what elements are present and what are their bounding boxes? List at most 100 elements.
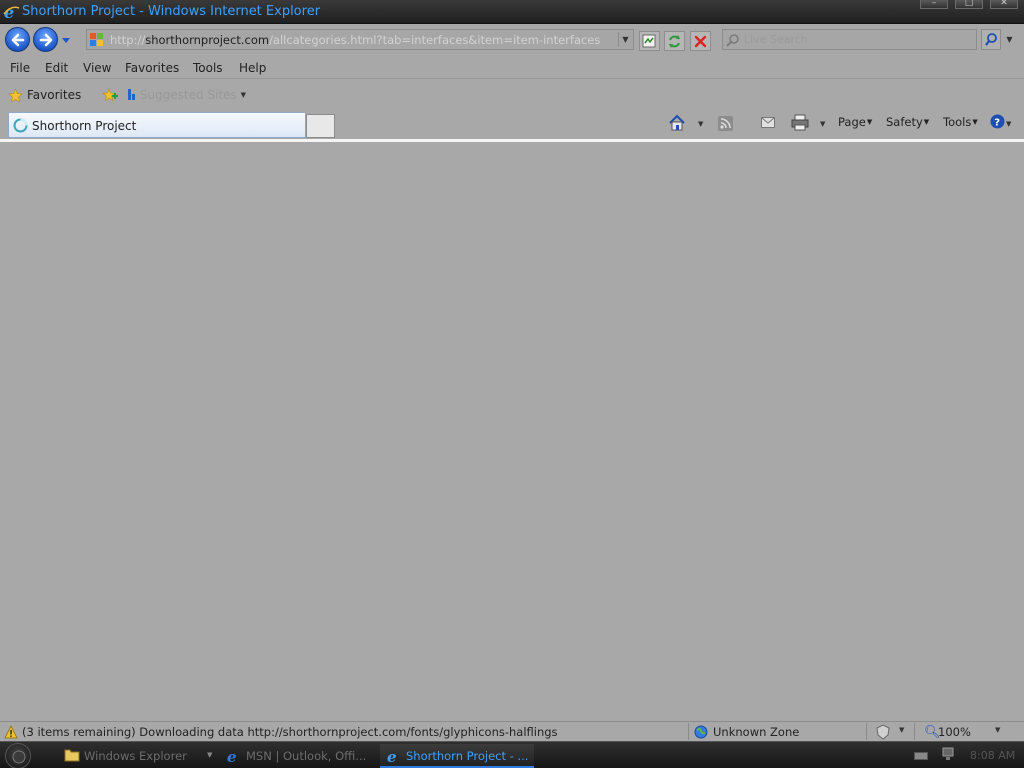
taskbar-item-msn[interactable]: e MSN | Outlook, Offi... [226,744,371,768]
globe-icon [694,725,708,739]
add-to-favorites-bar-icon[interactable] [101,87,119,103]
home-dropdown-icon[interactable]: ▼ [698,120,703,128]
taskbar-item-windows-explorer[interactable]: Windows Explorer ▼ [64,744,214,768]
folder-icon [64,749,80,762]
menu-bar: File Edit View Favorites Tools Help [0,57,1024,79]
search-button[interactable] [981,29,1001,50]
chevron-down-icon: ▼ [866,118,873,126]
window-title-bar: e Shorthorn Project - Windows Internet E… [0,0,1024,24]
suggested-sites-label: Suggested Sites [139,88,237,102]
menu-file[interactable]: File [10,61,30,75]
url-host: shorthornproject.com [145,33,270,47]
suggested-sites-icon [128,89,131,100]
search-provider-icon [726,34,739,47]
taskbar-item-shorthorn-project[interactable]: e Shorthorn Project - ... [380,744,534,768]
arrow-left-icon [11,33,25,47]
tab-label: Shorthorn Project [32,119,137,133]
tools-menu-label: Tools [943,115,972,129]
tab-row: Shorthorn Project ▼ ▼ Page▼ Safety▼ Tool… [0,109,1024,140]
menu-help[interactable]: Help [239,61,266,75]
chevron-down-icon: ▼ [923,118,930,126]
status-divider [866,723,867,740]
star-icon [8,88,23,103]
home-icon[interactable] [668,114,686,132]
arrow-right-icon [39,33,53,47]
loading-spinner-icon [13,118,28,133]
start-button[interactable] [5,743,31,768]
protected-mode-dropdown-icon[interactable]: ▼ [899,726,904,734]
menu-favorites[interactable]: Favorites [125,61,179,75]
chevron-down-icon: ▼ [207,751,213,759]
address-dropdown-button[interactable]: ▼ [618,32,632,47]
rss-feeds-icon[interactable] [718,116,733,131]
close-window-button[interactable]: ✕ [990,0,1018,9]
internet-explorer-icon: e [227,748,237,764]
svg-text:e: e [387,748,397,764]
taskbar-item-label: Windows Explorer [84,749,187,763]
network-icon[interactable] [942,747,954,761]
protected-mode-icon[interactable] [876,724,890,740]
stop-button[interactable] [690,31,711,51]
compatibility-view-icon [642,34,656,48]
svg-text:?: ? [994,118,1000,129]
page-menu-label: Page [838,115,866,129]
menu-tools[interactable]: Tools [193,61,223,75]
zoom-level[interactable]: 100% [938,725,971,739]
status-text: (3 items remaining) Downloading data htt… [22,725,558,739]
favorites-bar: Favorites Suggested Sites ▼ [0,80,1024,109]
warning-icon [4,725,18,739]
status-divider [914,723,915,740]
compatibility-view-button[interactable] [639,31,660,51]
favorites-label: Favorites [27,88,82,102]
suggested-sites-link[interactable]: Suggested Sites ▼ [128,88,246,102]
taskbar: Windows Explorer ▼ e MSN | Outlook, Offi… [0,741,1024,768]
taskbar-item-label: MSN | Outlook, Offi... [246,749,367,763]
address-bar[interactable]: http://shorthornproject.com/allcategorie… [86,29,634,50]
navigation-bar: http://shorthornproject.com/allcategorie… [0,24,1024,57]
refresh-icon [669,35,680,48]
safety-menu-label: Safety [886,115,923,129]
safety-menu-button[interactable]: Safety▼ [886,115,929,135]
status-divider [688,723,689,740]
window-title: Shorthorn Project - Windows Internet Exp… [22,4,321,19]
stop-x-icon [694,35,707,48]
url-path: /allcategories.html?tab=interfaces&item=… [269,33,601,47]
security-zone-label[interactable]: Unknown Zone [713,725,799,739]
windows-logo-icon [12,750,26,764]
tab-shorthorn-project[interactable]: Shorthorn Project [8,112,306,138]
print-dropdown-icon[interactable]: ▼ [820,120,825,128]
forward-button[interactable] [33,27,58,52]
search-icon [985,33,997,46]
recent-pages-dropdown-icon[interactable] [61,37,71,45]
help-dropdown-icon[interactable]: ▼ [1006,120,1011,128]
refresh-button[interactable] [664,31,685,51]
internet-explorer-icon: e [387,748,397,764]
new-tab-button[interactable] [306,114,335,138]
chevron-down-icon: ▼ [972,118,978,126]
help-icon[interactable]: ? [990,114,1005,129]
internet-explorer-icon: e [3,3,20,22]
search-box[interactable] [722,29,977,50]
search-options-dropdown[interactable]: ▼ [1003,29,1016,50]
system-clock[interactable]: 8:08 AM [970,749,1015,762]
site-favicon-icon [90,33,103,46]
maximize-button[interactable]: □ [955,0,983,9]
page-menu-button[interactable]: Page▼ [838,115,872,135]
zoom-dropdown-icon[interactable]: ▼ [995,726,1000,734]
print-icon[interactable] [791,114,809,131]
taskbar-item-label: Shorthorn Project - ... [406,749,529,763]
search-input[interactable] [744,32,969,47]
read-mail-icon[interactable] [761,117,775,128]
minimize-button[interactable]: – [920,0,948,9]
menu-edit[interactable]: Edit [45,61,68,75]
url-prefix: http:// [110,33,146,47]
address-url[interactable]: http://shorthornproject.com/allcategorie… [110,33,600,47]
svg-text:e: e [227,748,237,764]
back-button[interactable] [5,27,30,52]
chevron-down-icon: ▼ [240,91,246,99]
status-bar: (3 items remaining) Downloading data htt… [0,721,1024,741]
tools-menu-button[interactable]: Tools▼ [943,115,978,135]
keyboard-icon[interactable] [914,752,928,760]
menu-view[interactable]: View [83,61,111,75]
page-content-area[interactable] [0,142,1024,721]
